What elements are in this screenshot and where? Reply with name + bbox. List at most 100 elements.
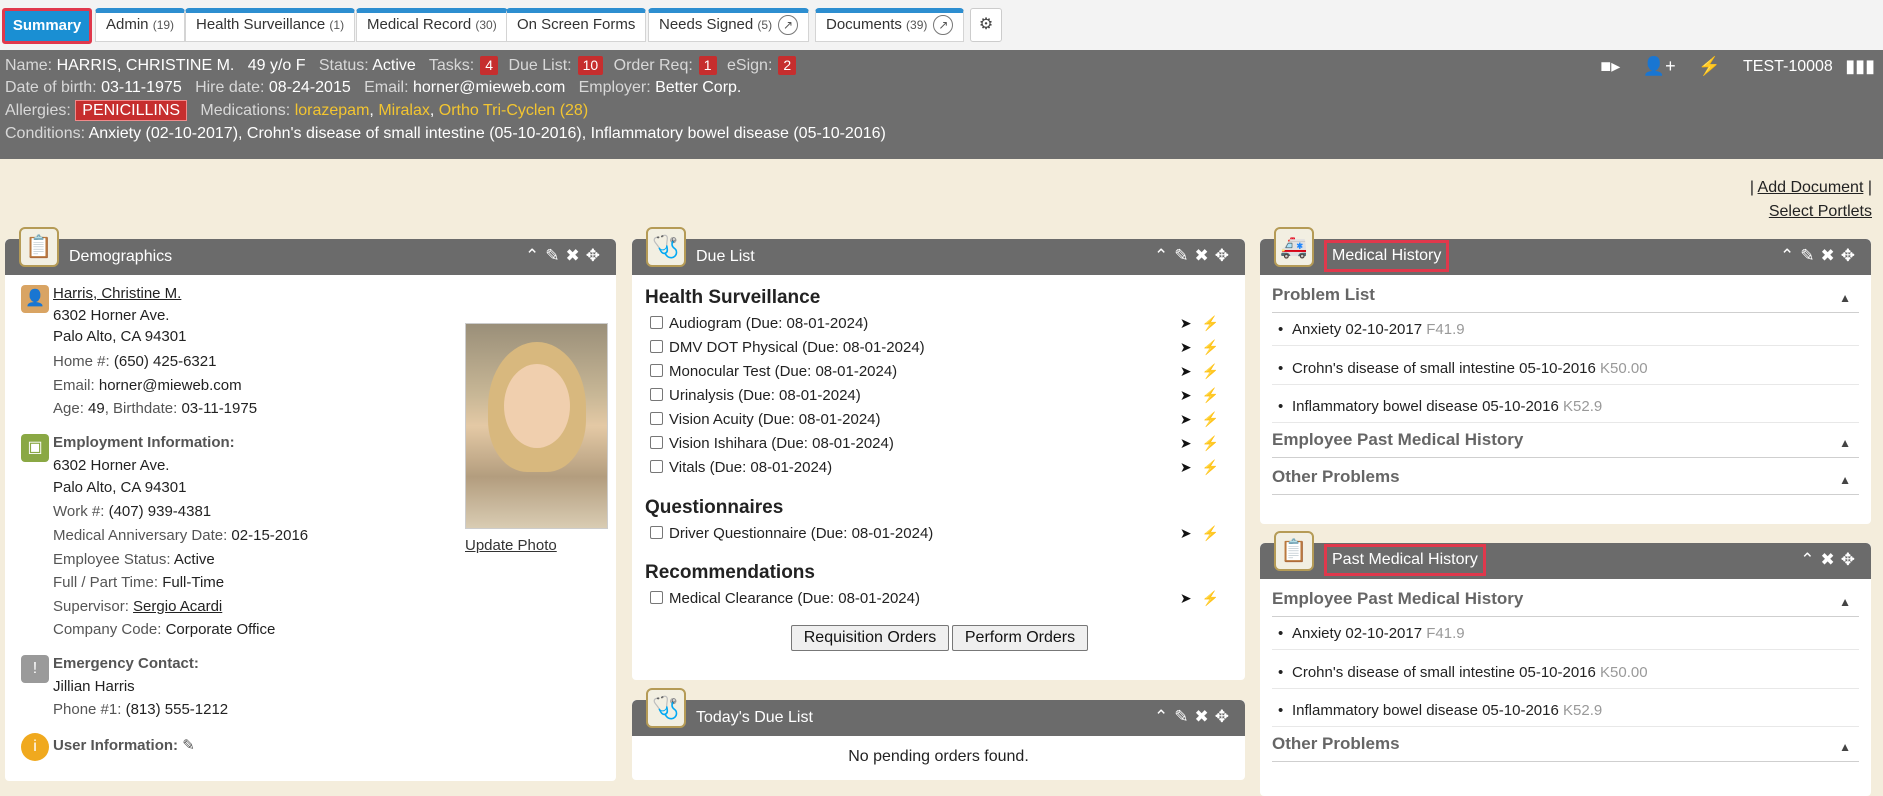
lightning-icon[interactable]: ⚡ — [1202, 339, 1229, 355]
lightning-icon[interactable]: ⚡ — [1202, 315, 1229, 331]
tab-count: (1) — [329, 18, 345, 32]
medication-link[interactable]: lorazepam — [295, 102, 370, 119]
medication-link[interactable]: Miralax — [378, 102, 430, 119]
lightning-icon[interactable]: ⚡ — [1202, 411, 1229, 427]
tab-on-screen-forms[interactable]: On Screen Forms — [506, 8, 647, 42]
add-user-icon[interactable]: 👤+ — [1643, 56, 1676, 77]
supervisor-link[interactable]: Sergio Acardi — [133, 598, 222, 615]
medication-link[interactable]: Ortho Tri-Cyclen (28) — [439, 102, 588, 119]
collapse-icon[interactable]: ⌃ — [1154, 707, 1174, 726]
video-camera-icon[interactable]: ■▸ — [1600, 56, 1620, 77]
close-icon[interactable]: ✖ — [566, 246, 586, 265]
employee-past-medical-history-header[interactable]: Employee Past Medical History ▲ — [1272, 430, 1859, 458]
lightning-icon[interactable]: ⚡ — [1202, 435, 1229, 451]
send-icon[interactable]: ➤ — [1180, 525, 1202, 541]
employee-past-medical-history-header[interactable]: Employee Past Medical History ▲ — [1272, 589, 1859, 617]
edit-pencil-icon[interactable]: ✎ — [545, 246, 565, 265]
lightning-icon[interactable]: ⚡ — [1202, 525, 1229, 541]
caret-up-icon[interactable]: ▲ — [1839, 595, 1851, 609]
due-item-checkbox[interactable] — [650, 340, 663, 353]
lightning-icon[interactable]: ⚡ — [1202, 387, 1229, 403]
person-icon: 👤 — [21, 285, 49, 313]
close-icon[interactable]: ✖ — [1821, 550, 1841, 569]
move-icon[interactable]: ✥ — [1841, 246, 1861, 265]
duelist-badge[interactable]: 10 — [577, 56, 604, 75]
patient-name-link[interactable]: Harris, Christine M. — [53, 285, 181, 302]
due-item-checkbox[interactable] — [650, 436, 663, 449]
send-icon[interactable]: ➤ — [1180, 387, 1202, 403]
tab-summary[interactable]: Summary — [2, 8, 92, 44]
employee-status-value: Active — [173, 551, 215, 568]
close-icon[interactable]: ✖ — [1821, 246, 1841, 265]
orderreq-badge[interactable]: 1 — [698, 56, 717, 75]
open-external-icon[interactable]: ↗ — [933, 15, 954, 36]
edit-pencil-icon[interactable]: ✎ — [1174, 707, 1194, 726]
tab-health-surveillance[interactable]: Health Surveillance (1) — [185, 8, 356, 42]
emergency-phone-value: (813) 555-1212 — [125, 701, 229, 718]
collapse-icon[interactable]: ⌃ — [1154, 246, 1174, 265]
caret-up-icon[interactable]: ▲ — [1839, 436, 1851, 450]
other-problems-header[interactable]: Other Problems ▲ — [1272, 467, 1859, 495]
portlet-header: 🚑 Medical History ⌃✎✖✥ — [1260, 227, 1871, 275]
lightning-icon[interactable]: ⚡ — [1202, 363, 1229, 379]
other-problems-header[interactable]: Other Problems ▲ — [1272, 734, 1859, 762]
requisition-orders-button[interactable]: Requisition Orders — [791, 625, 949, 651]
due-item-checkbox[interactable] — [650, 388, 663, 401]
update-photo-link[interactable]: Update Photo — [465, 537, 557, 554]
caret-up-icon[interactable]: ▲ — [1839, 740, 1851, 754]
caret-up-icon[interactable]: ▲ — [1839, 473, 1851, 487]
tab-needs-signed[interactable]: Needs Signed (5) ↗ — [648, 8, 810, 42]
send-icon[interactable]: ➤ — [1180, 590, 1202, 606]
edit-pencil-icon[interactable]: ✎ — [182, 737, 195, 754]
bar-chart-icon[interactable]: ▮▮▮ — [1845, 56, 1875, 77]
move-icon[interactable]: ✥ — [586, 246, 606, 265]
edit-pencil-icon[interactable]: ✎ — [1800, 246, 1820, 265]
due-item-checkbox[interactable] — [650, 364, 663, 377]
due-item-checkbox[interactable] — [650, 412, 663, 425]
send-icon[interactable]: ➤ — [1180, 363, 1202, 379]
due-item-checkbox[interactable] — [650, 591, 663, 604]
send-icon[interactable]: ➤ — [1180, 339, 1202, 355]
collapse-icon[interactable]: ⌃ — [1780, 246, 1800, 265]
lightning-icon[interactable]: ⚡ — [1202, 590, 1229, 606]
tab-medical-record[interactable]: Medical Record (30) — [356, 8, 508, 42]
todays-due-list-portlet: 🩺 Today's Due List ⌃✎✖✥ No pending order… — [632, 688, 1245, 780]
esign-badge[interactable]: 2 — [778, 56, 797, 75]
add-document-link[interactable]: Add Document — [1758, 179, 1864, 196]
medical-anniversary: Medical Anniversary Date: 02-15-2016 — [53, 527, 308, 544]
move-icon[interactable]: ✥ — [1215, 707, 1235, 726]
collapse-icon[interactable]: ⌃ — [1800, 550, 1820, 569]
history-text: Crohn's disease of small intestine 05-10… — [1292, 664, 1596, 681]
due-item-checkbox[interactable] — [650, 526, 663, 539]
lightning-icon[interactable]: ⚡ — [1202, 459, 1229, 475]
questionnaires-heading: Questionnaires — [645, 497, 784, 518]
move-icon[interactable]: ✥ — [1215, 246, 1235, 265]
due-item-label: Urinalysis (Due: 08-01-2024) — [669, 387, 861, 404]
due-item-checkbox[interactable] — [650, 316, 663, 329]
close-icon[interactable]: ✖ — [1195, 246, 1215, 265]
send-icon[interactable]: ➤ — [1180, 459, 1202, 475]
select-portlets-link[interactable]: Select Portlets — [1769, 203, 1872, 220]
problem-text: Inflammatory bowel disease 05-10-2016 — [1292, 398, 1559, 415]
close-icon[interactable]: ✖ — [1195, 707, 1215, 726]
open-external-icon[interactable]: ↗ — [778, 15, 799, 36]
problem-list-header[interactable]: Problem List ▲ — [1272, 285, 1859, 313]
send-icon[interactable]: ➤ — [1180, 435, 1202, 451]
portlet-tools: ⌃✖✥ — [1800, 550, 1861, 570]
tab-admin[interactable]: Admin (19) — [95, 8, 186, 42]
send-icon[interactable]: ➤ — [1180, 411, 1202, 427]
tasks-badge[interactable]: 4 — [480, 56, 499, 75]
lightning-icon[interactable]: ⚡ — [1698, 56, 1720, 77]
caret-up-icon[interactable]: ▲ — [1839, 291, 1851, 305]
collapse-icon[interactable]: ⌃ — [525, 246, 545, 265]
due-item-checkbox[interactable] — [650, 460, 663, 473]
tab-settings-gear-icon[interactable]: ⚙ — [970, 8, 1002, 42]
perform-orders-button[interactable]: Perform Orders — [952, 625, 1088, 651]
tab-documents[interactable]: Documents (39) ↗ — [815, 8, 965, 42]
edit-pencil-icon[interactable]: ✎ — [1174, 246, 1194, 265]
send-icon[interactable]: ➤ — [1180, 315, 1202, 331]
portlet-tools: ⌃✎✖✥ — [1780, 246, 1861, 266]
portlet-title: Today's Due List — [696, 709, 813, 726]
move-icon[interactable]: ✥ — [1841, 550, 1861, 569]
tab-label: Health Surveillance — [196, 16, 326, 33]
